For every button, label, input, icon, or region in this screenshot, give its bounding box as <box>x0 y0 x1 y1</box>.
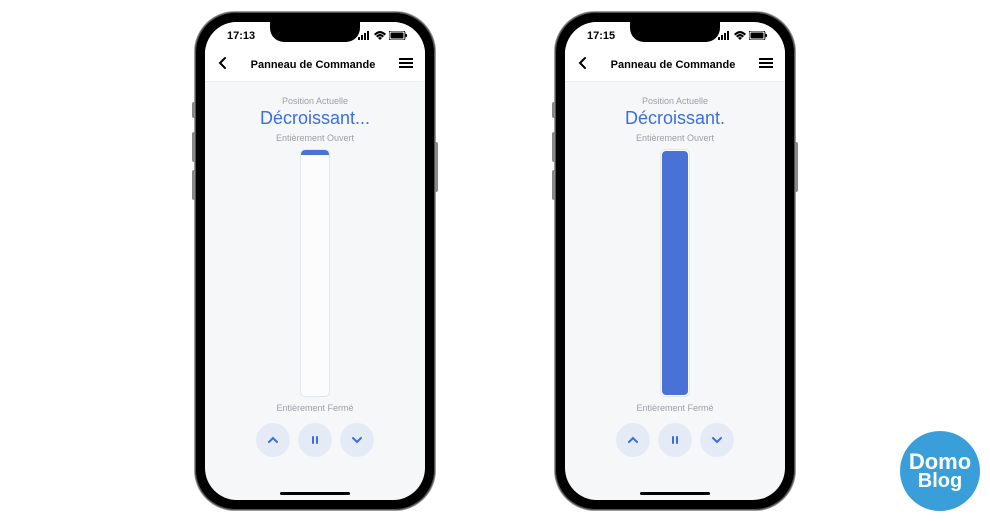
power-button <box>795 142 798 192</box>
menu-button[interactable] <box>399 56 413 74</box>
cellular-icon <box>358 31 371 40</box>
status-icons <box>718 31 767 40</box>
pause-button[interactable] <box>658 423 692 457</box>
slider-fill <box>662 151 688 395</box>
volume-up <box>192 132 195 162</box>
position-status: Décroissant... <box>260 108 370 129</box>
volume-up <box>552 132 555 162</box>
power-button <box>435 142 438 192</box>
status-icons <box>358 31 407 40</box>
battery-icon <box>389 31 407 40</box>
cellular-icon <box>718 31 731 40</box>
domoblog-logo: Domo Blog <box>900 431 980 511</box>
position-slider[interactable] <box>660 149 690 397</box>
control-buttons <box>616 423 734 457</box>
volume-down <box>552 170 555 200</box>
home-indicator[interactable] <box>640 492 710 495</box>
position-label: Position Actuelle <box>642 96 708 106</box>
wifi-icon <box>374 31 386 40</box>
silent-switch <box>192 102 195 118</box>
open-label: Entièrement Ouvert <box>276 133 354 143</box>
screen: 17:15 Panneau de Commande Position Actue… <box>565 22 785 500</box>
app-header: Panneau de Commande <box>565 50 785 82</box>
back-button[interactable] <box>577 56 587 75</box>
header-title: Panneau de Commande <box>611 59 736 71</box>
position-status: Décroissant. <box>625 108 725 129</box>
phone-frame: 17:13 Panneau de Commande Position Actue… <box>195 12 435 510</box>
position-label: Position Actuelle <box>282 96 348 106</box>
content-area: Position Actuelle Décroissant. Entièreme… <box>565 82 785 463</box>
back-button[interactable] <box>217 56 227 75</box>
phone-frame: 17:15 Panneau de Commande Position Actue… <box>555 12 795 510</box>
screen: 17:13 Panneau de Commande Position Actue… <box>205 22 425 500</box>
pause-button[interactable] <box>298 423 332 457</box>
logo-line2: Blog <box>918 472 962 490</box>
app-header: Panneau de Commande <box>205 50 425 82</box>
up-button[interactable] <box>256 423 290 457</box>
up-button[interactable] <box>616 423 650 457</box>
battery-icon <box>749 31 767 40</box>
closed-label: Entièrement Fermé <box>636 403 713 413</box>
notch <box>630 22 720 42</box>
home-indicator[interactable] <box>280 492 350 495</box>
status-time: 17:15 <box>587 30 615 42</box>
logo-line1: Domo <box>909 452 971 472</box>
down-button[interactable] <box>700 423 734 457</box>
slider-fill <box>301 150 329 155</box>
menu-button[interactable] <box>759 56 773 74</box>
closed-label: Entièrement Fermé <box>276 403 353 413</box>
open-label: Entièrement Ouvert <box>636 133 714 143</box>
status-time: 17:13 <box>227 30 255 42</box>
volume-down <box>192 170 195 200</box>
wifi-icon <box>734 31 746 40</box>
content-area: Position Actuelle Décroissant... Entière… <box>205 82 425 463</box>
header-title: Panneau de Commande <box>251 59 376 71</box>
position-slider[interactable] <box>300 149 330 397</box>
control-buttons <box>256 423 374 457</box>
down-button[interactable] <box>340 423 374 457</box>
notch <box>270 22 360 42</box>
silent-switch <box>552 102 555 118</box>
